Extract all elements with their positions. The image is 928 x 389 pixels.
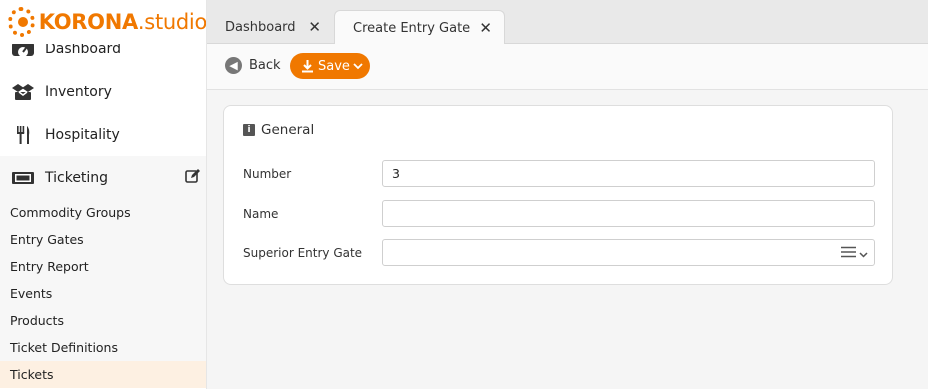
form-row-superior-entry-gate: Superior Entry Gate xyxy=(243,239,875,266)
sidebar-subitem-label: Events xyxy=(10,286,53,301)
sidebar-subitem-entry-report[interactable]: Entry Report xyxy=(0,253,206,280)
sidebar-item-label: Hospitality xyxy=(45,126,120,143)
back-arrow-icon: ◀ xyxy=(225,57,242,74)
logo-text: KORONA.studio xyxy=(38,10,207,34)
toolbar: ◀ Back Save xyxy=(207,44,928,90)
close-icon[interactable]: ✕ xyxy=(479,19,492,37)
save-button[interactable]: Save xyxy=(290,53,370,79)
logo-mark-icon xyxy=(8,7,35,37)
number-label: Number xyxy=(243,166,292,181)
edit-icon[interactable] xyxy=(185,168,201,188)
app-logo: KORONA.studio xyxy=(0,0,207,44)
section-title-text: General xyxy=(261,122,315,138)
tab-create-entry-gate[interactable]: Create Entry Gate ✕ xyxy=(334,10,505,45)
superior-entry-gate-label: Superior Entry Gate xyxy=(243,245,363,260)
sidebar-subitem-label: Ticket Definitions xyxy=(10,340,118,355)
sidebar-subitem-label: Tickets xyxy=(10,367,54,382)
save-label: Save xyxy=(318,58,350,74)
number-field[interactable]: 3 xyxy=(382,160,875,187)
download-icon xyxy=(300,59,314,73)
number-value: 3 xyxy=(392,166,400,181)
sidebar-subitem-label: Products xyxy=(10,313,64,328)
close-icon[interactable]: ✕ xyxy=(308,18,321,36)
back-button[interactable]: ◀ Back xyxy=(225,57,281,74)
back-label: Back xyxy=(249,58,281,73)
chevron-down-icon[interactable] xyxy=(859,246,868,261)
form-row-name: Name xyxy=(243,200,875,227)
sidebar-item-label: Ticketing xyxy=(45,169,109,186)
general-section-card: i General Number 3 Name Superior Entry G… xyxy=(223,105,893,285)
tab-dashboard[interactable]: Dashboard ✕ xyxy=(207,10,333,44)
sidebar: Dashboard Inventory Hospitality Ticketin… xyxy=(0,0,207,389)
name-field[interactable] xyxy=(382,200,875,227)
sidebar-subitem-label: Entry Gates xyxy=(10,232,84,247)
sidebar-subitem-commodity-groups[interactable]: Commodity Groups xyxy=(0,199,206,226)
ticket-icon xyxy=(10,168,36,188)
sidebar-item-hospitality[interactable]: Hospitality xyxy=(0,113,206,156)
name-label: Name xyxy=(243,206,279,221)
info-icon: i xyxy=(243,124,255,136)
superior-entry-gate-select[interactable] xyxy=(382,239,875,266)
sidebar-item-label: Inventory xyxy=(45,83,112,100)
sidebar-nav: Dashboard Inventory Hospitality Ticketin… xyxy=(0,27,206,388)
tab-label: Dashboard xyxy=(225,19,296,35)
form-row-number: Number 3 xyxy=(243,160,875,187)
boxes-icon xyxy=(10,82,36,102)
cutlery-icon xyxy=(10,125,36,145)
sidebar-subitem-tickets[interactable]: Tickets xyxy=(0,361,206,388)
sidebar-subitem-events[interactable]: Events xyxy=(0,280,206,307)
sidebar-subitem-entry-gates[interactable]: Entry Gates xyxy=(0,226,206,253)
sidebar-item-inventory[interactable]: Inventory xyxy=(0,70,206,113)
tab-bar: Dashboard ✕ Create Entry Gate ✕ xyxy=(207,0,928,45)
list-icon[interactable] xyxy=(841,246,856,261)
sidebar-subitem-products[interactable]: Products xyxy=(0,307,206,334)
section-title: i General xyxy=(243,122,314,138)
sidebar-subitem-label: Entry Report xyxy=(10,259,89,274)
sidebar-item-ticketing[interactable]: Ticketing xyxy=(0,156,206,199)
chevron-down-icon xyxy=(353,59,363,74)
sidebar-subitem-ticket-definitions[interactable]: Ticket Definitions xyxy=(0,334,206,361)
tab-label: Create Entry Gate xyxy=(353,20,471,36)
sidebar-subitem-label: Commodity Groups xyxy=(10,205,131,220)
